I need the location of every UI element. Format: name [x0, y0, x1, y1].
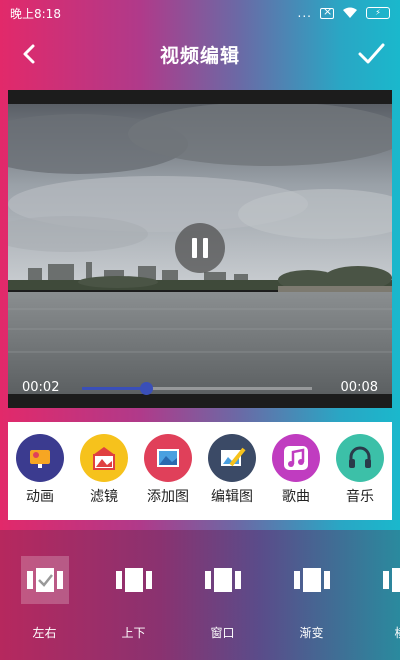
page-title: 视频编辑 [159, 44, 240, 67]
transition-label: 窗口 [210, 626, 235, 640]
current-time: 00:02 [22, 380, 60, 395]
transition-fade[interactable]: 渐变 [267, 556, 356, 641]
music-note-icon [272, 434, 320, 482]
title-bar: 视频编辑 [0, 28, 400, 80]
transition-left-right-icon [20, 556, 69, 604]
transition-horizontal-icon [377, 556, 400, 604]
pause-icon [192, 238, 197, 258]
back-arrow-icon [23, 44, 35, 64]
transition-label: 上下 [121, 626, 146, 640]
status-time: 晚上8:18 [10, 6, 61, 21]
pause-button[interactable] [175, 223, 225, 273]
video-player[interactable]: 00:02 00:08 [8, 90, 392, 408]
tools-bar: 动画 滤镜 添加图 编辑图 歌曲 音乐 [8, 422, 392, 520]
tool-animation[interactable]: 动画 [9, 434, 71, 506]
tool-label: 添加图 [147, 489, 189, 505]
transition-panel: 左右 上下 窗口 渐变 横 [0, 530, 400, 660]
tool-label: 歌曲 [282, 489, 310, 505]
transition-horizontal[interactable]: 横 [356, 556, 400, 641]
no-sim-icon [320, 5, 334, 19]
back-button[interactable] [18, 40, 42, 68]
transition-left-right[interactable]: 左右 [0, 556, 89, 641]
tool-song[interactable]: 歌曲 [265, 434, 327, 506]
tool-label: 编辑图 [211, 489, 253, 505]
total-time: 00:08 [340, 380, 378, 395]
seek-progress [82, 387, 147, 390]
tool-label: 滤镜 [90, 489, 118, 505]
status-bar: 晚上8:18 ... ⚡ [0, 0, 400, 26]
status-icons: ... ⚡ [297, 5, 390, 20]
transition-label: 横 [394, 624, 400, 641]
transition-label: 渐变 [299, 626, 324, 640]
tool-add-image[interactable]: 添加图 [137, 434, 199, 506]
transition-window[interactable]: 窗口 [178, 556, 267, 641]
headphones-icon [336, 434, 384, 482]
tool-music[interactable]: 音乐 [329, 434, 391, 506]
transition-window-icon [199, 556, 247, 604]
checkmark-icon [358, 43, 385, 64]
animation-icon [16, 434, 64, 482]
edit-image-icon [208, 434, 256, 482]
tool-edit-image[interactable]: 编辑图 [201, 434, 263, 506]
seek-bar[interactable] [82, 382, 312, 395]
battery-icon: ⚡ [366, 7, 390, 19]
transition-list: 左右 上下 窗口 渐变 横 [0, 556, 400, 641]
tool-filter[interactable]: 滤镜 [73, 434, 135, 506]
transition-up-down[interactable]: 上下 [89, 556, 178, 641]
tool-label: 动画 [26, 489, 54, 505]
wifi-icon [342, 7, 358, 19]
filter-icon [80, 434, 128, 482]
add-image-icon [144, 434, 192, 482]
transition-label: 左右 [32, 626, 57, 640]
status-dots: ... [297, 6, 312, 20]
transition-fade-icon [288, 556, 336, 604]
tool-label: 音乐 [346, 489, 374, 505]
transition-up-down-icon [110, 556, 158, 604]
confirm-button[interactable] [356, 38, 386, 68]
